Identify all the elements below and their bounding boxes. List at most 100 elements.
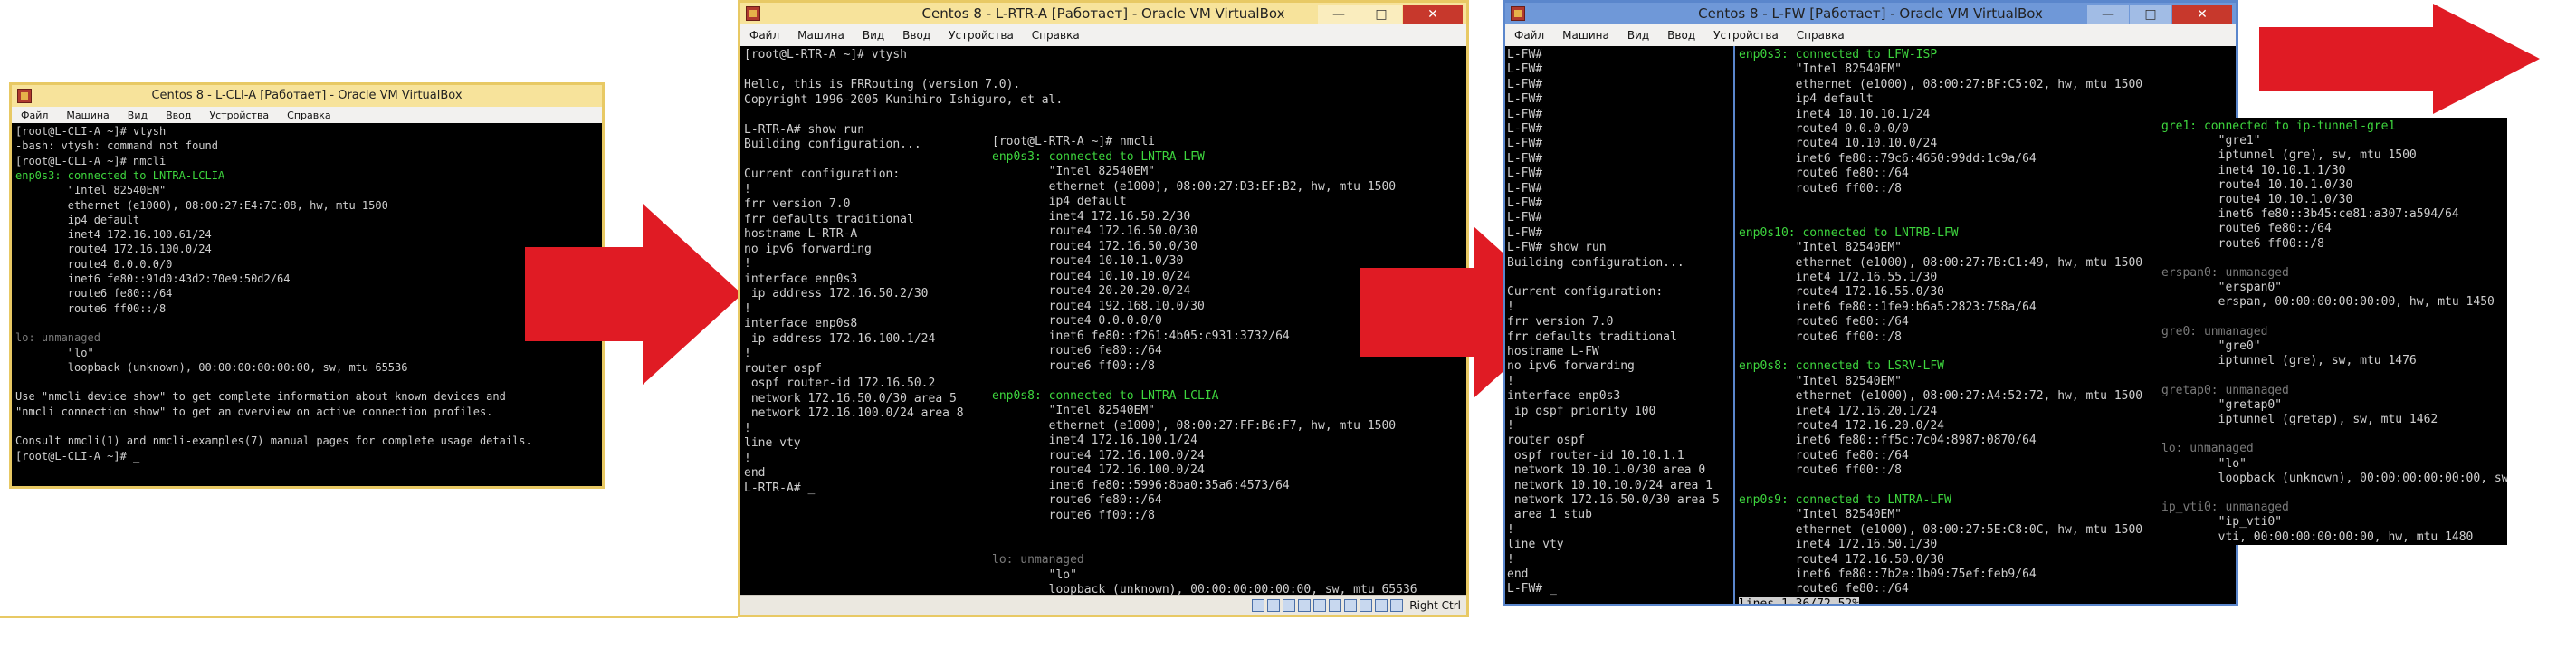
terminal-line: route6 fe80::/64: [1739, 448, 1909, 463]
terminal-line: ip ospf priority 100: [1507, 404, 1656, 418]
terminal-line: !: [1507, 552, 1514, 567]
terminal-line: inet6 fe80::7b2e:1b09:75ef:feb9/64: [1739, 568, 2037, 581]
terminal-line: !: [1507, 300, 1514, 314]
terminal-line: !: [1507, 374, 1514, 388]
close-button[interactable]: ✕: [2172, 5, 2232, 24]
terminal-line: inet4 172.16.20.1/24: [1739, 404, 1938, 418]
terminal-line: no ipv6 forwarding: [744, 242, 872, 256]
menu-devices[interactable]: Устройства: [1704, 29, 1788, 42]
maximize-button[interactable]: □: [2130, 5, 2171, 24]
terminal-line: "Intel 82540EM": [1739, 374, 1903, 388]
menu-bar: Файл Машина Вид Ввод Устройства Справка: [1505, 24, 2236, 47]
pane-divider: [1733, 46, 1735, 604]
terminal-line: inet4 172.16.100.61/24: [15, 228, 212, 242]
terminal-line: Building configuration...: [744, 138, 921, 151]
terminal-line: route6 ff00::/8: [992, 508, 1156, 522]
terminal-line: frr version 7.0: [744, 197, 851, 211]
terminal-line: route6 fe80::/64: [1739, 315, 1909, 329]
terminal-line: Building configuration...: [1507, 255, 1684, 270]
close-button[interactable]: ✕: [1403, 5, 1463, 24]
terminal-screen[interactable]: [root@L-RTR-A ~]# vtysh Hello, this is FR…: [740, 46, 1466, 595]
cpu-icon[interactable]: [1375, 598, 1388, 612]
network-icon[interactable]: [1298, 598, 1312, 612]
terminal-line: inet4 172.16.50.1/30: [1739, 538, 1938, 552]
terminal-line: !: [744, 347, 751, 360]
terminal-line: "gre0": [2161, 339, 2261, 353]
terminal-line: L-RTR-A# _: [744, 481, 816, 495]
window-l-cli-a[interactable]: Centos 8 - L-CLI-A [Работает] - Oracle V…: [9, 82, 605, 489]
terminal-line: enp0s3: connected to LFW-ISP: [1739, 48, 1938, 62]
menu-file[interactable]: Файл: [12, 110, 57, 121]
menu-machine[interactable]: Машина: [788, 29, 854, 42]
terminal-line: loopback (unknown), 00:00:00:00:00:00, s…: [992, 583, 1417, 595]
minimize-button[interactable]: —: [1318, 5, 1360, 24]
terminal-line: L-FW#: [1507, 151, 1543, 166]
window-l-rtr-a[interactable]: Centos 8 - L-RTR-A [Работает] - Oracle V…: [738, 0, 1469, 617]
shared-folders-icon[interactable]: [1329, 598, 1342, 612]
menu-input[interactable]: Ввод: [157, 110, 200, 121]
menu-help[interactable]: Справка: [1788, 29, 1854, 42]
terminal-line: L-FW#: [1507, 137, 1543, 151]
terminal-line: "gretap0": [2161, 397, 2283, 412]
terminal-line: Copyright 1996-2005 Kunihiro Ishiguro, e…: [744, 92, 1064, 107]
terminal-line: route4 192.168.10.0/30: [992, 299, 1205, 313]
menu-file[interactable]: Файл: [1505, 29, 1553, 42]
terminal-line: inet4 10.10.10.1/24: [1739, 107, 1931, 121]
terminal-line: [root@L-CLI-A ~]# vtysh: [15, 125, 167, 138]
menu-devices[interactable]: Устройства: [940, 29, 1023, 42]
menu-view[interactable]: Вид: [1618, 29, 1658, 42]
title-bar[interactable]: Centos 8 - L-FW [Работает] - Oracle VM V…: [1505, 3, 2236, 24]
hard-disk-icon[interactable]: [1252, 598, 1265, 612]
terminal-line: inet6 fe80::91d0:43d2:70e9:50d2/64: [15, 272, 291, 285]
terminal-line: ethernet (e1000), 08:00:27:5E:C8:0C, hw,…: [1739, 522, 2143, 537]
title-bar[interactable]: Centos 8 - L-RTR-A [Работает] - Oracle V…: [740, 3, 1466, 24]
terminal-line: router ospf: [1507, 434, 1586, 448]
menu-input[interactable]: Ввод: [1658, 29, 1704, 42]
terminal-line: route4 172.16.55.0/30: [1739, 285, 1944, 300]
terminal-line: ethernet (e1000), 08:00:27:BF:C5:02, hw,…: [1739, 77, 2143, 91]
terminal-line: ip4 default: [992, 195, 1127, 208]
title-bar[interactable]: Centos 8 - L-CLI-A [Работает] - Oracle V…: [12, 85, 602, 107]
terminal-line: L-FW#: [1507, 62, 1543, 77]
terminal-line: route6 fe80::/64: [992, 493, 1162, 507]
menu-help[interactable]: Справка: [1023, 29, 1089, 42]
maximize-button[interactable]: □: [1360, 5, 1402, 24]
terminal-line: enp0s10: connected to LNTRB-LFW: [1739, 225, 1959, 240]
terminal-line: [root@L-CLI-A ~]# _: [15, 449, 140, 463]
mouse-integration-icon[interactable]: [1390, 598, 1404, 612]
optical-drive-icon[interactable]: [1267, 598, 1281, 612]
terminal-line: L-FW# _: [1507, 582, 1557, 596]
terminal-line: iptunnel (gretap), sw, mtu 1462: [2161, 413, 2438, 426]
terminal-line: end: [744, 466, 766, 480]
terminal-line: "erspan0": [2161, 281, 2283, 295]
minimize-button[interactable]: —: [2087, 5, 2129, 24]
terminal-line: L-FW#: [1507, 225, 1543, 240]
menu-devices[interactable]: Устройства: [200, 110, 278, 121]
menu-view[interactable]: Вид: [854, 29, 893, 42]
menu-help[interactable]: Справка: [278, 110, 339, 121]
terminal-screen-overlay[interactable]: gre1: connected to ip-tunnel-gre1 "gre1"…: [2158, 118, 2507, 545]
pager-status: lines 1-36/72 52%: [1739, 596, 1860, 604]
terminal-line: inet6 fe80::f261:4b05:c931:3732/64: [992, 329, 1290, 343]
menu-input[interactable]: Ввод: [893, 29, 940, 42]
display-icon[interactable]: [1344, 598, 1358, 612]
terminal-line: route4 10.10.1.0/30: [2161, 177, 2353, 192]
terminal-line: line vty: [1507, 538, 1564, 552]
terminal-line: route4 172.16.100.0/24: [992, 448, 1205, 463]
terminal-screen[interactable]: L-FW# L-FW# L-FW# L-FW# L-FW# L-FW# L-FW# L-FW#…: [1505, 46, 2236, 604]
audio-icon[interactable]: [1283, 598, 1296, 612]
menu-machine[interactable]: Машина: [1553, 29, 1618, 42]
terminal-line: L-FW#: [1507, 77, 1543, 91]
window-l-fw[interactable]: Centos 8 - L-FW [Работает] - Oracle VM V…: [1503, 0, 2238, 606]
terminal-line: !: [744, 301, 751, 316]
menu-view[interactable]: Вид: [119, 110, 157, 121]
menu-file[interactable]: Файл: [740, 29, 788, 42]
terminal-line: "lo": [2161, 456, 2247, 471]
menu-machine[interactable]: Машина: [57, 110, 118, 121]
status-bar: Right Ctrl: [740, 595, 1466, 615]
terminal-line: route4 172.16.100.0/24: [992, 463, 1205, 477]
terminal-screen[interactable]: [root@L-CLI-A ~]# vtysh -bash: vtysh: com…: [12, 123, 602, 486]
usb-icon[interactable]: [1313, 598, 1327, 612]
terminal-line: network 10.10.10.0/24 area 1: [1507, 478, 1713, 492]
recording-icon[interactable]: [1360, 598, 1373, 612]
